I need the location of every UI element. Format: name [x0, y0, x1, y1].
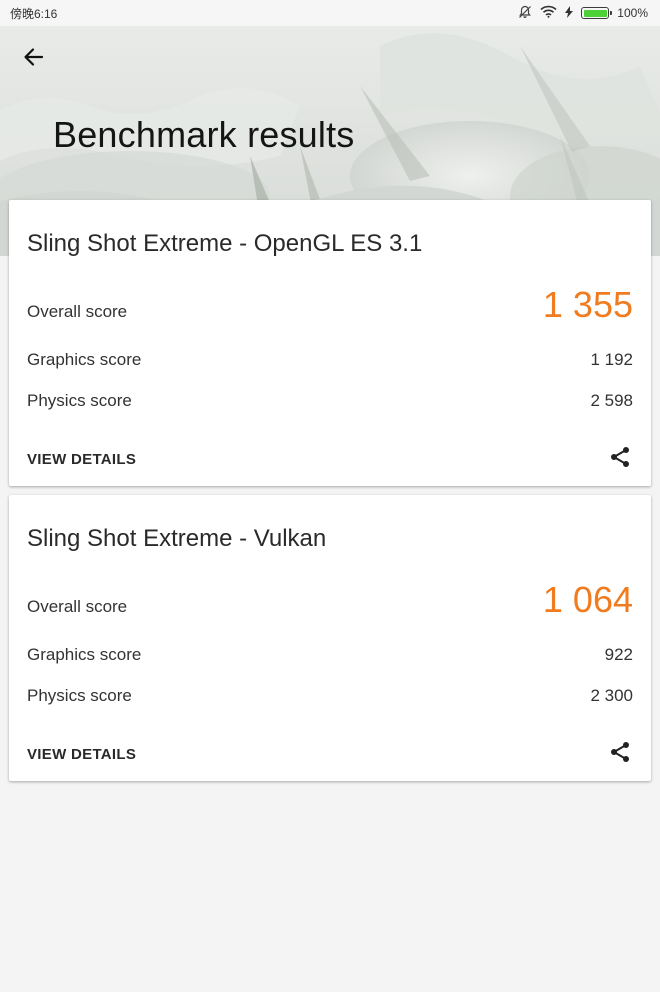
overall-score-value: 1 355: [542, 284, 633, 325]
notifications-off-icon: [518, 5, 532, 22]
overall-score-label: Overall score: [27, 302, 128, 321]
result-card-opengl: Sling Shot Extreme - OpenGL ES 3.1 Overa…: [9, 200, 651, 486]
battery-icon: [581, 7, 613, 19]
physics-score-value: 2 598: [590, 391, 633, 410]
overall-score-label: Overall score: [27, 597, 128, 616]
physics-score-row: Physics score 2 300: [27, 686, 633, 706]
result-card-title: Sling Shot Extreme - OpenGL ES 3.1: [27, 230, 423, 257]
overall-score-value: 1 064: [542, 579, 633, 620]
graphics-score-label: Graphics score: [27, 645, 142, 664]
card-footer: VIEW DETAILS: [27, 444, 635, 474]
status-icons: 100%: [518, 5, 648, 22]
charging-icon: [565, 5, 574, 21]
overall-score-row: Overall score 1 064: [27, 579, 633, 621]
graphics-score-value: 1 192: [590, 350, 633, 369]
graphics-score-value: 922: [604, 645, 633, 664]
graphics-score-row: Graphics score 922: [27, 645, 633, 665]
back-button[interactable]: [22, 46, 58, 82]
physics-score-label: Physics score: [27, 686, 132, 705]
wifi-icon: [540, 5, 557, 21]
status-bar: 傍晚6:16 100%: [0, 0, 660, 26]
card-footer: VIEW DETAILS: [27, 739, 635, 769]
share-icon: [608, 740, 632, 769]
battery-percentage: 100%: [617, 6, 648, 20]
page-title: Benchmark results: [53, 114, 355, 155]
view-details-button[interactable]: VIEW DETAILS: [27, 746, 136, 763]
share-icon: [608, 445, 632, 474]
graphics-score-row: Graphics score 1 192: [27, 350, 633, 370]
physics-score-label: Physics score: [27, 391, 132, 410]
graphics-score-label: Graphics score: [27, 350, 142, 369]
status-time: 傍晚6:16: [10, 6, 58, 21]
result-card-vulkan: Sling Shot Extreme - Vulkan Overall scor…: [9, 495, 651, 781]
result-card-title: Sling Shot Extreme - Vulkan: [27, 525, 327, 552]
physics-score-row: Physics score 2 598: [27, 391, 633, 411]
overall-score-row: Overall score 1 355: [27, 284, 633, 326]
share-button[interactable]: [605, 739, 635, 769]
share-button[interactable]: [605, 444, 635, 474]
physics-score-value: 2 300: [590, 686, 633, 705]
view-details-button[interactable]: VIEW DETAILS: [27, 451, 136, 468]
